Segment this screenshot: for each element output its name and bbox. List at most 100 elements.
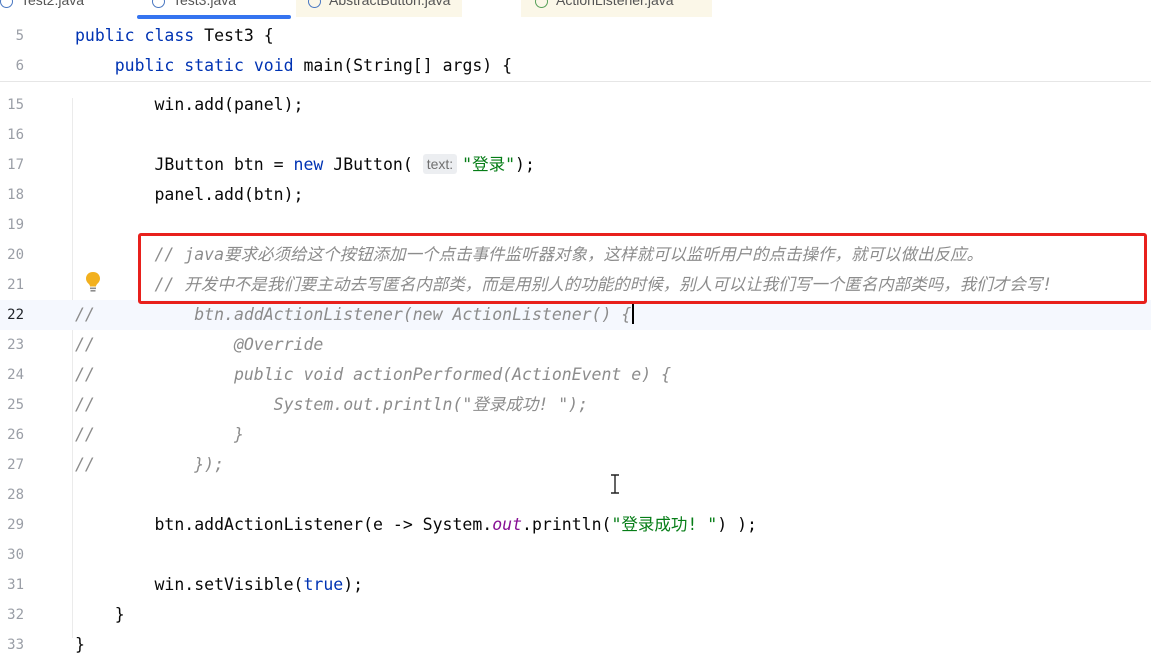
code-token: JButton btn = <box>75 155 294 174</box>
code-token: .println( <box>522 515 612 534</box>
tab-abstract-button[interactable]: AbstractButton.java <box>296 0 463 17</box>
tab-label: Test2.java <box>21 0 85 8</box>
code-token: // public void actionPerformed(ActionEve… <box>75 365 672 384</box>
text-cursor-icon <box>611 474 619 494</box>
code-token: win.setVisible( <box>75 575 304 594</box>
code-text[interactable]: win.setVisible(true); <box>75 570 363 600</box>
line-number: 29 <box>7 517 24 533</box>
line-number: 17 <box>7 157 24 173</box>
code-line[interactable]: 30 <box>0 540 1151 570</box>
code-token: ) ); <box>717 515 757 534</box>
code-text[interactable]: // } <box>75 420 244 450</box>
code-token: // btn.addActionListener(new ActionListe… <box>75 305 632 324</box>
code-line[interactable]: 31 win.setVisible(true); <box>0 570 1151 600</box>
code-text[interactable]: // public void actionPerformed(ActionEve… <box>75 360 671 390</box>
code-token: true <box>303 575 344 594</box>
line-number: 5 <box>15 28 24 44</box>
code-token: Test3 { <box>194 26 274 45</box>
active-tab-indicator <box>137 15 291 19</box>
code-token: public static void <box>114 56 294 75</box>
code-text[interactable]: btn.addActionListener(e -> System.out.pr… <box>75 510 757 540</box>
text-caret <box>632 304 635 324</box>
tab-label: ActionListener.java <box>556 0 674 8</box>
code-line[interactable]: 29 btn.addActionListener(e -> System.out… <box>0 510 1151 540</box>
code-text[interactable]: JButton btn = new JButton( text: "登录"); <box>75 150 535 180</box>
code-line[interactable]: 33} <box>0 630 1151 660</box>
code-token: JButton( <box>323 155 423 174</box>
code-token: "登录" <box>462 155 516 174</box>
code-text[interactable]: // btn.addActionListener(new ActionListe… <box>75 300 635 330</box>
code-text[interactable]: // @Override <box>75 330 323 360</box>
code-line[interactable]: 26 // } <box>0 420 1151 450</box>
code-line[interactable]: 15 win.add(panel); <box>0 90 1151 120</box>
line-number: 28 <box>7 487 24 503</box>
tab-label: Test3.java <box>173 0 237 8</box>
line-number: 30 <box>7 547 24 563</box>
code-line[interactable]: 22 // btn.addActionListener(new ActionLis… <box>0 300 1151 330</box>
code-token: } <box>75 635 85 654</box>
java-class-icon <box>308 0 321 8</box>
code-token: btn.addActionListener(e -> System. <box>75 515 493 534</box>
code-line[interactable]: 27 // }); <box>0 450 1151 480</box>
code-line[interactable]: 17 JButton btn = new JButton( text: "登录")… <box>0 150 1151 180</box>
line-number: 22 <box>7 307 24 323</box>
code-line[interactable]: 32 } <box>0 600 1151 630</box>
code-token: // }); <box>75 455 225 474</box>
code-text[interactable]: // }); <box>75 450 224 480</box>
line-number: 6 <box>15 58 24 74</box>
code-token: ); <box>343 575 364 594</box>
code-token: win.add(panel); <box>75 95 304 114</box>
code-line[interactable]: 25 // System.out.println("登录成功! "); <box>0 390 1151 420</box>
code-token: main(String[] args) { <box>293 56 513 75</box>
code-token: out <box>492 515 523 534</box>
code-token: "登录成功! " <box>611 515 718 534</box>
code-token: // System.out.println("登录成功! "); <box>75 395 589 414</box>
parameter-hint: text: <box>422 154 458 174</box>
tab-label: AbstractButton.java <box>329 0 451 8</box>
code-token: ); <box>515 155 535 174</box>
editor-tab-bar: Test2.java Test3.java AbstractButton.jav… <box>0 0 1151 19</box>
line-number: 21 <box>7 277 24 293</box>
code-line[interactable]: 28 <box>0 480 1151 510</box>
code-token: // @Override <box>75 335 324 354</box>
code-line[interactable]: 18 panel.add(btn); <box>0 180 1151 210</box>
intention-bulb-icon[interactable] <box>85 271 101 293</box>
code-token: new <box>293 155 324 174</box>
code-line[interactable]: 6 public static void main(String[] args)… <box>0 51 1151 81</box>
java-class-icon <box>152 0 165 8</box>
code-token: panel.add(btn); <box>75 185 304 204</box>
line-number: 15 <box>7 97 24 113</box>
code-text[interactable]: } <box>75 630 85 660</box>
line-number: 31 <box>7 577 24 593</box>
tab-action-listener[interactable]: ActionListener.java <box>521 0 712 17</box>
code-line[interactable]: 16 <box>0 120 1151 150</box>
code-text[interactable]: public class Test3 { <box>75 21 274 51</box>
line-number: 33 <box>7 637 24 653</box>
code-token: // } <box>75 425 244 444</box>
line-number: 20 <box>7 247 24 263</box>
code-text[interactable]: } <box>75 600 125 630</box>
code-text[interactable]: public static void main(String[] args) { <box>75 51 512 81</box>
code-text[interactable]: // System.out.println("登录成功! "); <box>75 390 588 420</box>
code-line[interactable]: 24 // public void actionPerformed(ActionE… <box>0 360 1151 390</box>
line-number: 24 <box>7 367 24 383</box>
line-number: 32 <box>7 607 24 623</box>
code-line[interactable]: 5 public class Test3 { <box>0 21 1151 51</box>
line-number: 23 <box>7 337 24 353</box>
code-text[interactable]: win.add(panel); <box>75 90 303 120</box>
java-class-icon <box>0 0 13 8</box>
comment-highlight-box <box>138 233 1147 304</box>
line-number: 16 <box>7 127 24 143</box>
line-number: 19 <box>7 217 24 233</box>
tab-test2[interactable]: Test2.java <box>0 0 84 17</box>
code-token: public class <box>75 26 195 45</box>
code-text[interactable]: panel.add(btn); <box>75 180 303 210</box>
java-interface-icon <box>535 0 548 8</box>
line-number: 25 <box>7 397 24 413</box>
sticky-lines-separator <box>0 81 1151 82</box>
line-number: 26 <box>7 427 24 443</box>
line-number: 27 <box>7 457 24 473</box>
code-token: } <box>75 605 125 624</box>
code-line[interactable]: 23 // @Override <box>0 330 1151 360</box>
